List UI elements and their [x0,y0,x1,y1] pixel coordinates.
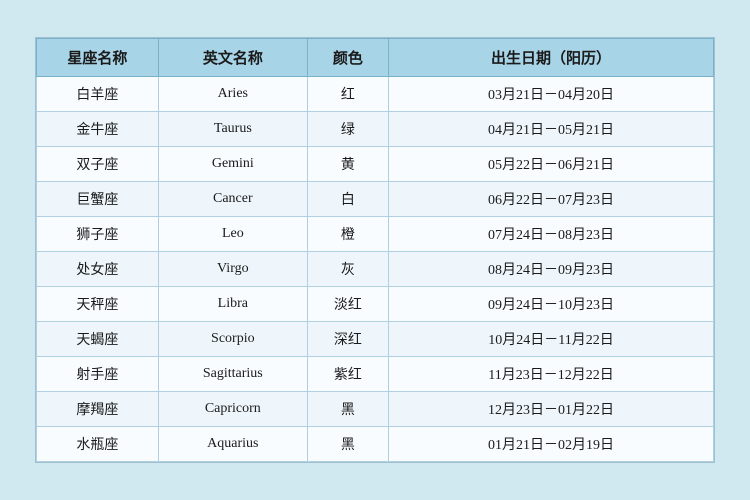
cell-date: 07月24日－08月23日 [389,217,714,252]
cell-chinese: 摩羯座 [37,392,159,427]
cell-chinese: 狮子座 [37,217,159,252]
cell-date: 11月23日－12月22日 [389,357,714,392]
cell-chinese: 天蝎座 [37,322,159,357]
table-body: 白羊座Aries红03月21日－04月20日金牛座Taurus绿04月21日－0… [37,77,714,462]
cell-chinese: 巨蟹座 [37,182,159,217]
cell-date: 05月22日－06月21日 [389,147,714,182]
cell-english: Libra [158,287,307,322]
cell-color: 黑 [307,392,388,427]
cell-english: Gemini [158,147,307,182]
zodiac-table-container: 星座名称 英文名称 颜色 出生日期（阳历） 白羊座Aries红03月21日－04… [35,37,715,463]
cell-color: 白 [307,182,388,217]
cell-date: 09月24日－10月23日 [389,287,714,322]
header-color: 颜色 [307,39,388,77]
cell-english: Leo [158,217,307,252]
cell-date: 12月23日－01月22日 [389,392,714,427]
zodiac-table: 星座名称 英文名称 颜色 出生日期（阳历） 白羊座Aries红03月21日－04… [36,38,714,462]
cell-color: 紫红 [307,357,388,392]
cell-chinese: 处女座 [37,252,159,287]
table-row: 天蝎座Scorpio深红10月24日－11月22日 [37,322,714,357]
cell-color: 绿 [307,112,388,147]
cell-chinese: 金牛座 [37,112,159,147]
table-row: 射手座Sagittarius紫红11月23日－12月22日 [37,357,714,392]
cell-date: 03月21日－04月20日 [389,77,714,112]
table-row: 处女座Virgo灰08月24日－09月23日 [37,252,714,287]
cell-date: 01月21日－02月19日 [389,427,714,462]
cell-date: 06月22日－07月23日 [389,182,714,217]
table-row: 巨蟹座Cancer白06月22日－07月23日 [37,182,714,217]
cell-color: 橙 [307,217,388,252]
cell-english: Aquarius [158,427,307,462]
cell-date: 04月21日－05月21日 [389,112,714,147]
cell-color: 灰 [307,252,388,287]
cell-color: 红 [307,77,388,112]
cell-english: Taurus [158,112,307,147]
cell-chinese: 射手座 [37,357,159,392]
cell-english: Virgo [158,252,307,287]
header-chinese: 星座名称 [37,39,159,77]
cell-chinese: 白羊座 [37,77,159,112]
cell-chinese: 天秤座 [37,287,159,322]
table-row: 双子座Gemini黄05月22日－06月21日 [37,147,714,182]
cell-english: Cancer [158,182,307,217]
cell-english: Aries [158,77,307,112]
cell-date: 10月24日－11月22日 [389,322,714,357]
cell-english: Capricorn [158,392,307,427]
table-row: 狮子座Leo橙07月24日－08月23日 [37,217,714,252]
table-row: 摩羯座Capricorn黑12月23日－01月22日 [37,392,714,427]
table-row: 天秤座Libra淡红09月24日－10月23日 [37,287,714,322]
cell-english: Sagittarius [158,357,307,392]
cell-color: 深红 [307,322,388,357]
table-row: 水瓶座Aquarius黑01月21日－02月19日 [37,427,714,462]
cell-chinese: 水瓶座 [37,427,159,462]
cell-chinese: 双子座 [37,147,159,182]
table-row: 金牛座Taurus绿04月21日－05月21日 [37,112,714,147]
header-date: 出生日期（阳历） [389,39,714,77]
header-english: 英文名称 [158,39,307,77]
cell-color: 黄 [307,147,388,182]
table-header-row: 星座名称 英文名称 颜色 出生日期（阳历） [37,39,714,77]
cell-color: 淡红 [307,287,388,322]
cell-date: 08月24日－09月23日 [389,252,714,287]
cell-english: Scorpio [158,322,307,357]
table-row: 白羊座Aries红03月21日－04月20日 [37,77,714,112]
cell-color: 黑 [307,427,388,462]
